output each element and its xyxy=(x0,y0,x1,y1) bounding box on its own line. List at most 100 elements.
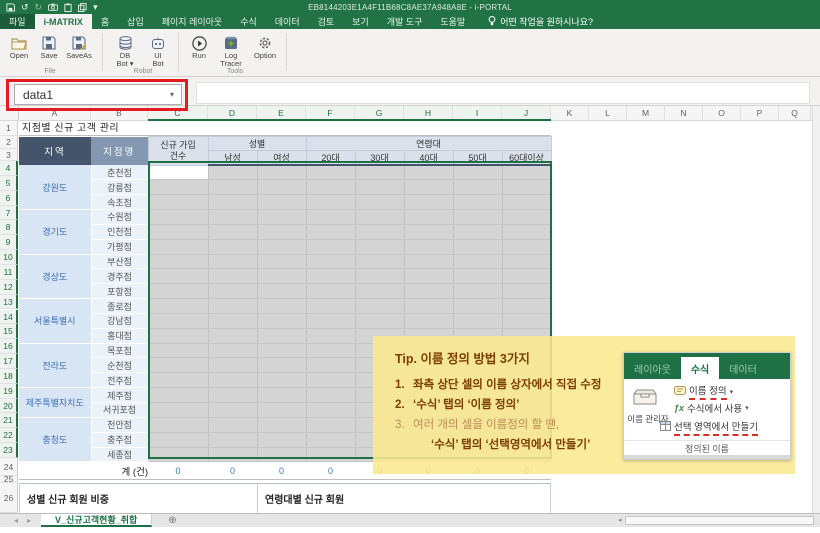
tab-page-layout[interactable]: 페이지 레이아웃 xyxy=(153,14,231,29)
column-header-L[interactable]: L xyxy=(589,106,627,120)
column-header-J[interactable]: J xyxy=(502,106,551,120)
formula-bar-input[interactable] xyxy=(196,82,810,104)
grid-cell[interactable] xyxy=(148,358,208,373)
grid-cell[interactable] xyxy=(355,195,404,210)
sheet-prev-icon[interactable]: ◂ xyxy=(14,516,18,525)
grid-cell[interactable] xyxy=(453,224,502,239)
branch-cell[interactable]: 춘천점 xyxy=(91,165,148,180)
grid-cell[interactable] xyxy=(306,343,355,358)
grid-cell[interactable] xyxy=(148,195,208,210)
hscroll-thumb[interactable] xyxy=(625,516,814,525)
grid-cell[interactable] xyxy=(257,224,306,239)
grid-cell[interactable] xyxy=(404,165,453,180)
total-value-1[interactable]: 0 xyxy=(208,462,257,480)
grid-cell[interactable] xyxy=(208,224,257,239)
grid-cell[interactable] xyxy=(148,254,208,269)
grid-cell[interactable] xyxy=(257,313,306,328)
grid-cell[interactable] xyxy=(257,284,306,299)
row-header-26[interactable]: 26 xyxy=(0,483,18,513)
grid-cell[interactable] xyxy=(148,284,208,299)
column-header-H[interactable]: H xyxy=(404,106,453,120)
grid-cell[interactable] xyxy=(208,403,257,418)
branch-cell[interactable]: 홍대점 xyxy=(91,328,148,343)
grid-cell[interactable] xyxy=(404,284,453,299)
section-gender-share[interactable]: 성별 신규 회원 비중 xyxy=(19,483,257,513)
horizontal-scrollbar[interactable]: ◂ xyxy=(618,515,814,525)
vertical-scrollbar[interactable] xyxy=(812,106,820,513)
grid-cell[interactable] xyxy=(355,313,404,328)
tab-developer[interactable]: 개발 도구 xyxy=(378,14,432,29)
header-sub-1[interactable]: 여성 xyxy=(257,151,306,166)
grid-cell[interactable] xyxy=(148,224,208,239)
grid-cell[interactable] xyxy=(502,180,551,195)
grid-cell[interactable] xyxy=(208,284,257,299)
branch-cell[interactable]: 강남점 xyxy=(91,313,148,328)
grid-cell[interactable] xyxy=(404,269,453,284)
grid-cell[interactable] xyxy=(306,328,355,343)
grid-cell[interactable] xyxy=(404,239,453,254)
tab-insert[interactable]: 삽입 xyxy=(118,14,153,29)
grid-cell[interactable] xyxy=(453,284,502,299)
grid-cell[interactable] xyxy=(148,403,208,418)
grid-cell[interactable] xyxy=(148,343,208,358)
total-value-3[interactable]: 0 xyxy=(306,462,355,480)
grid-cell[interactable] xyxy=(355,210,404,225)
grid-cell[interactable] xyxy=(257,195,306,210)
region-cell[interactable]: 서울특별시 xyxy=(19,299,91,344)
grid-cell[interactable] xyxy=(502,284,551,299)
row-header-23[interactable]: 23 xyxy=(0,443,18,458)
grid-cell[interactable] xyxy=(148,373,208,388)
region-cell[interactable]: 충청도 xyxy=(19,417,91,462)
branch-cell[interactable]: 종로점 xyxy=(91,299,148,314)
row-header-15[interactable]: 15 xyxy=(0,324,18,339)
column-header-B[interactable]: B xyxy=(91,106,148,120)
branch-cell[interactable]: 포항점 xyxy=(91,284,148,299)
row-header-12[interactable]: 12 xyxy=(0,280,18,295)
branch-cell[interactable]: 서귀포점 xyxy=(91,403,148,418)
tab-help[interactable]: 도움말 xyxy=(431,14,474,29)
grid-cell[interactable] xyxy=(502,269,551,284)
branch-cell[interactable]: 전주점 xyxy=(91,373,148,388)
header-branch[interactable]: 지점명 xyxy=(91,137,148,166)
grid-cell[interactable] xyxy=(404,180,453,195)
grid-cell[interactable] xyxy=(257,239,306,254)
column-header-O[interactable]: O xyxy=(703,106,741,120)
grid-cell[interactable] xyxy=(257,373,306,388)
grid-cell[interactable] xyxy=(208,254,257,269)
grid-cell[interactable] xyxy=(306,358,355,373)
grid-cell[interactable] xyxy=(257,388,306,403)
grid-cell[interactable] xyxy=(208,447,257,462)
grid-cell[interactable] xyxy=(453,165,502,180)
column-header-K[interactable]: K xyxy=(551,106,589,120)
grid-cell[interactable] xyxy=(502,239,551,254)
grid-cell[interactable] xyxy=(257,180,306,195)
total-value-0[interactable]: 0 xyxy=(148,462,208,480)
grid-cell[interactable] xyxy=(502,165,551,180)
header-sub-0[interactable]: 남성 xyxy=(208,151,257,166)
grid-cell[interactable] xyxy=(404,313,453,328)
row-header-1[interactable]: 1 xyxy=(0,121,18,136)
grid-cell[interactable] xyxy=(355,224,404,239)
row-header-18[interactable]: 18 xyxy=(0,369,18,384)
grid-cell[interactable] xyxy=(502,210,551,225)
grid-cell[interactable] xyxy=(257,343,306,358)
branch-cell[interactable]: 강릉점 xyxy=(91,180,148,195)
grid-cell[interactable] xyxy=(306,299,355,314)
hscroll-left-icon[interactable]: ◂ xyxy=(618,516,625,524)
sheet-title-cell[interactable]: 지점별 신규 고객 관리 xyxy=(19,121,551,136)
grid-cell[interactable] xyxy=(404,195,453,210)
grid-cell[interactable] xyxy=(355,165,404,180)
grid-cell[interactable] xyxy=(208,165,257,180)
grid-cell[interactable] xyxy=(148,313,208,328)
region-cell[interactable]: 전라도 xyxy=(19,343,91,388)
branch-cell[interactable]: 가평점 xyxy=(91,239,148,254)
grid-cell[interactable] xyxy=(306,210,355,225)
grid-cell[interactable] xyxy=(257,165,306,180)
grid-cell[interactable] xyxy=(404,299,453,314)
tab-data[interactable]: 데이터 xyxy=(266,14,309,29)
grid-cell[interactable] xyxy=(453,313,502,328)
grid-cell[interactable] xyxy=(306,165,355,180)
grid-cell[interactable] xyxy=(306,388,355,403)
branch-cell[interactable]: 천안점 xyxy=(91,417,148,432)
grid-cell[interactable] xyxy=(148,388,208,403)
